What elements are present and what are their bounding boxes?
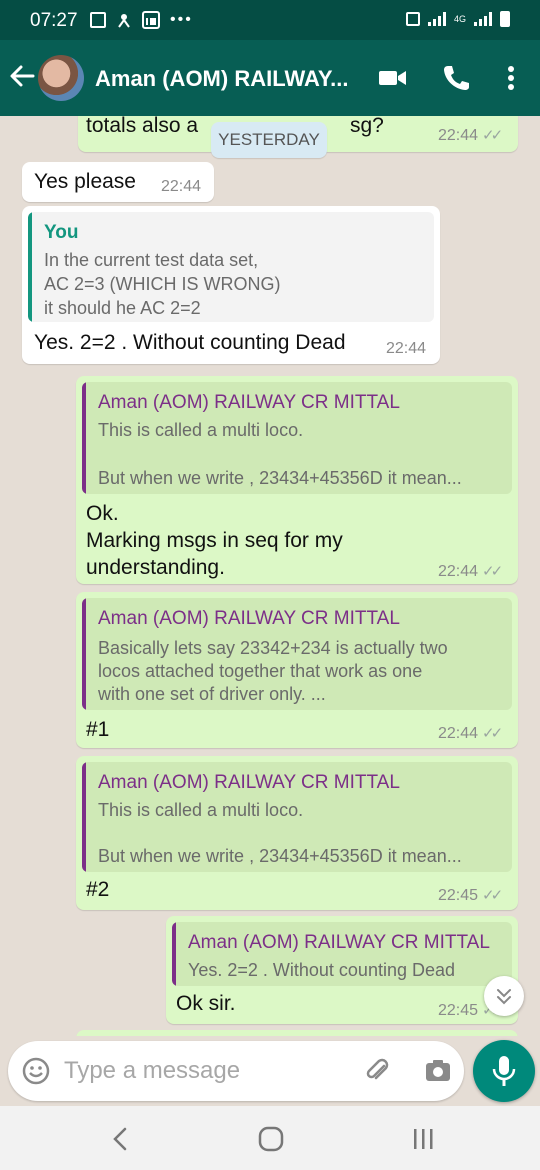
quoted-message[interactable]: Aman (AOM) RAILWAY CR MITTAL Yes. 2=2 . … bbox=[172, 922, 512, 986]
message-meta: 22:44 ✓✓ bbox=[438, 126, 503, 145]
quote-line: But when we write , 23434+45356D it mean… bbox=[98, 468, 462, 488]
quote-author: You bbox=[44, 222, 79, 243]
read-ticks-icon: ✓✓ bbox=[482, 725, 503, 742]
quote-author: Aman (AOM) RAILWAY CR MITTAL bbox=[188, 932, 490, 953]
scroll-down-button[interactable] bbox=[484, 976, 524, 1016]
message-bubble-out[interactable]: Aman (AOM) RAILWAY CR MITTAL Yes. 2=2 . … bbox=[166, 916, 518, 1024]
gallery-icon bbox=[90, 12, 106, 28]
quote-line: with one set of driver only. ... bbox=[98, 684, 326, 704]
attach-icon[interactable] bbox=[364, 1057, 392, 1085]
quote-line: AC 2=3 (WHICH IS WRONG) bbox=[44, 274, 281, 294]
quote-line: it should he AC 2=2 bbox=[44, 298, 201, 318]
message-bubble-out[interactable]: Aman (AOM) RAILWAY CR MITTAL Basically l… bbox=[76, 592, 518, 748]
quote-line: Yes. 2=2 . Without counting Dead bbox=[188, 960, 456, 980]
battery-icon bbox=[500, 11, 510, 27]
message-bubble-out[interactable]: Aman (AOM) RAILWAY CR MITTAL This is cal… bbox=[76, 756, 518, 910]
quote-line: But when we write , 23434+45356D it mean… bbox=[98, 846, 462, 866]
message-text: Yes. 2=2 . Without counting Dead bbox=[34, 331, 346, 354]
quote-bar bbox=[82, 762, 86, 872]
quote-author: Aman (AOM) RAILWAY CR MITTAL bbox=[98, 608, 400, 629]
phone-icon[interactable] bbox=[440, 62, 472, 94]
message-time: 22:44 bbox=[438, 563, 479, 580]
read-ticks-icon: ✓✓ bbox=[482, 563, 503, 580]
message-input[interactable]: Type a message bbox=[64, 1057, 240, 1085]
quote-line: In the current test data set, bbox=[44, 250, 259, 270]
message-bubble-in[interactable]: Yes please 22:44 bbox=[22, 162, 214, 202]
status-time: 07:27 bbox=[30, 10, 78, 31]
emoji-icon[interactable] bbox=[22, 1057, 50, 1085]
camera-icon[interactable] bbox=[424, 1057, 452, 1085]
message-time: 22:44 bbox=[161, 178, 202, 195]
message-text: Yes please bbox=[34, 170, 136, 193]
message-time: 22:45 bbox=[438, 887, 479, 904]
home-icon[interactable] bbox=[258, 1126, 284, 1152]
quote-author: Aman (AOM) RAILWAY CR MITTAL bbox=[98, 392, 400, 413]
quoted-message[interactable]: Aman (AOM) RAILWAY CR MITTAL This is cal… bbox=[82, 762, 512, 872]
quote-line: This is called a multi loco. bbox=[98, 420, 304, 440]
quoted-message[interactable]: Aman (AOM) RAILWAY CR MITTAL This is cal… bbox=[82, 382, 512, 494]
message-line: Ok. bbox=[86, 502, 119, 525]
message-time: 22:44 bbox=[438, 127, 479, 144]
chat-area[interactable]: totals also a sg? 22:44 ✓✓ YESTERDAY Yes … bbox=[0, 116, 540, 1036]
quote-bar bbox=[172, 922, 176, 986]
message-bubble-out[interactable] bbox=[76, 1030, 518, 1036]
chat-header: Aman (AOM) RAILWAY... bbox=[0, 40, 540, 116]
chat-title[interactable]: Aman (AOM) RAILWAY... bbox=[95, 66, 348, 92]
read-ticks-icon: ✓✓ bbox=[482, 887, 503, 904]
quote-bar bbox=[28, 212, 32, 322]
message-time: 22:44 bbox=[386, 340, 427, 357]
signal-icon-2 bbox=[474, 12, 492, 26]
signal-icon bbox=[427, 12, 446, 26]
network-type: 4G bbox=[453, 14, 466, 24]
linkedin-icon bbox=[142, 11, 160, 29]
notification-icon bbox=[118, 14, 130, 28]
message-text-tail: sg? bbox=[350, 116, 384, 137]
recent-apps-icon[interactable] bbox=[412, 1126, 434, 1152]
video-call-icon[interactable] bbox=[377, 62, 409, 94]
overflow-menu-icon[interactable] bbox=[495, 62, 527, 94]
message-text: totals also a bbox=[86, 116, 199, 137]
message-text: Ok sir. bbox=[176, 992, 236, 1015]
status-bar: 07:27 ••• 4G bbox=[0, 0, 540, 40]
double-chevron-down-icon bbox=[497, 989, 511, 1005]
quoted-message[interactable]: Aman (AOM) RAILWAY CR MITTAL Basically l… bbox=[82, 598, 512, 710]
mic-button[interactable] bbox=[473, 1040, 535, 1102]
message-bubble-out[interactable]: Aman (AOM) RAILWAY CR MITTAL This is cal… bbox=[76, 376, 518, 584]
date-divider: YESTERDAY bbox=[211, 122, 327, 158]
avatar[interactable] bbox=[38, 55, 84, 101]
message-text: #1 bbox=[86, 718, 110, 741]
quote-author: Aman (AOM) RAILWAY CR MITTAL bbox=[98, 772, 400, 793]
read-ticks-icon: ✓✓ bbox=[482, 127, 503, 144]
mic-icon bbox=[492, 1056, 516, 1086]
quoted-message[interactable]: You In the current test data set, AC 2=3… bbox=[28, 212, 434, 322]
quote-line: locos attached together that work as one bbox=[98, 661, 423, 681]
message-meta: 22:44 ✓✓ bbox=[438, 562, 503, 581]
message-time: 22:44 bbox=[438, 725, 479, 742]
more-dots-icon: ••• bbox=[170, 11, 193, 28]
message-meta: 22:44 ✓✓ bbox=[438, 724, 503, 743]
message-line: Marking msgs in seq for my bbox=[86, 529, 343, 552]
message-time: 22:45 bbox=[438, 1002, 479, 1019]
message-composer: Type a message bbox=[8, 1041, 464, 1101]
message-text: #2 bbox=[86, 878, 110, 901]
quote-line: Basically lets say 23342+234 is actually… bbox=[98, 638, 448, 658]
quote-bar bbox=[82, 382, 86, 494]
message-meta: 22:45✓✓ bbox=[438, 886, 503, 905]
quote-line: This is called a multi loco. bbox=[98, 800, 304, 820]
mute-icon bbox=[405, 12, 420, 26]
message-line: understanding. bbox=[86, 556, 225, 579]
back-icon[interactable] bbox=[108, 1126, 132, 1152]
message-bubble-in[interactable]: You In the current test data set, AC 2=3… bbox=[22, 206, 440, 364]
back-arrow-icon[interactable] bbox=[8, 62, 36, 90]
system-navbar bbox=[0, 1106, 540, 1170]
quote-bar bbox=[82, 598, 86, 710]
